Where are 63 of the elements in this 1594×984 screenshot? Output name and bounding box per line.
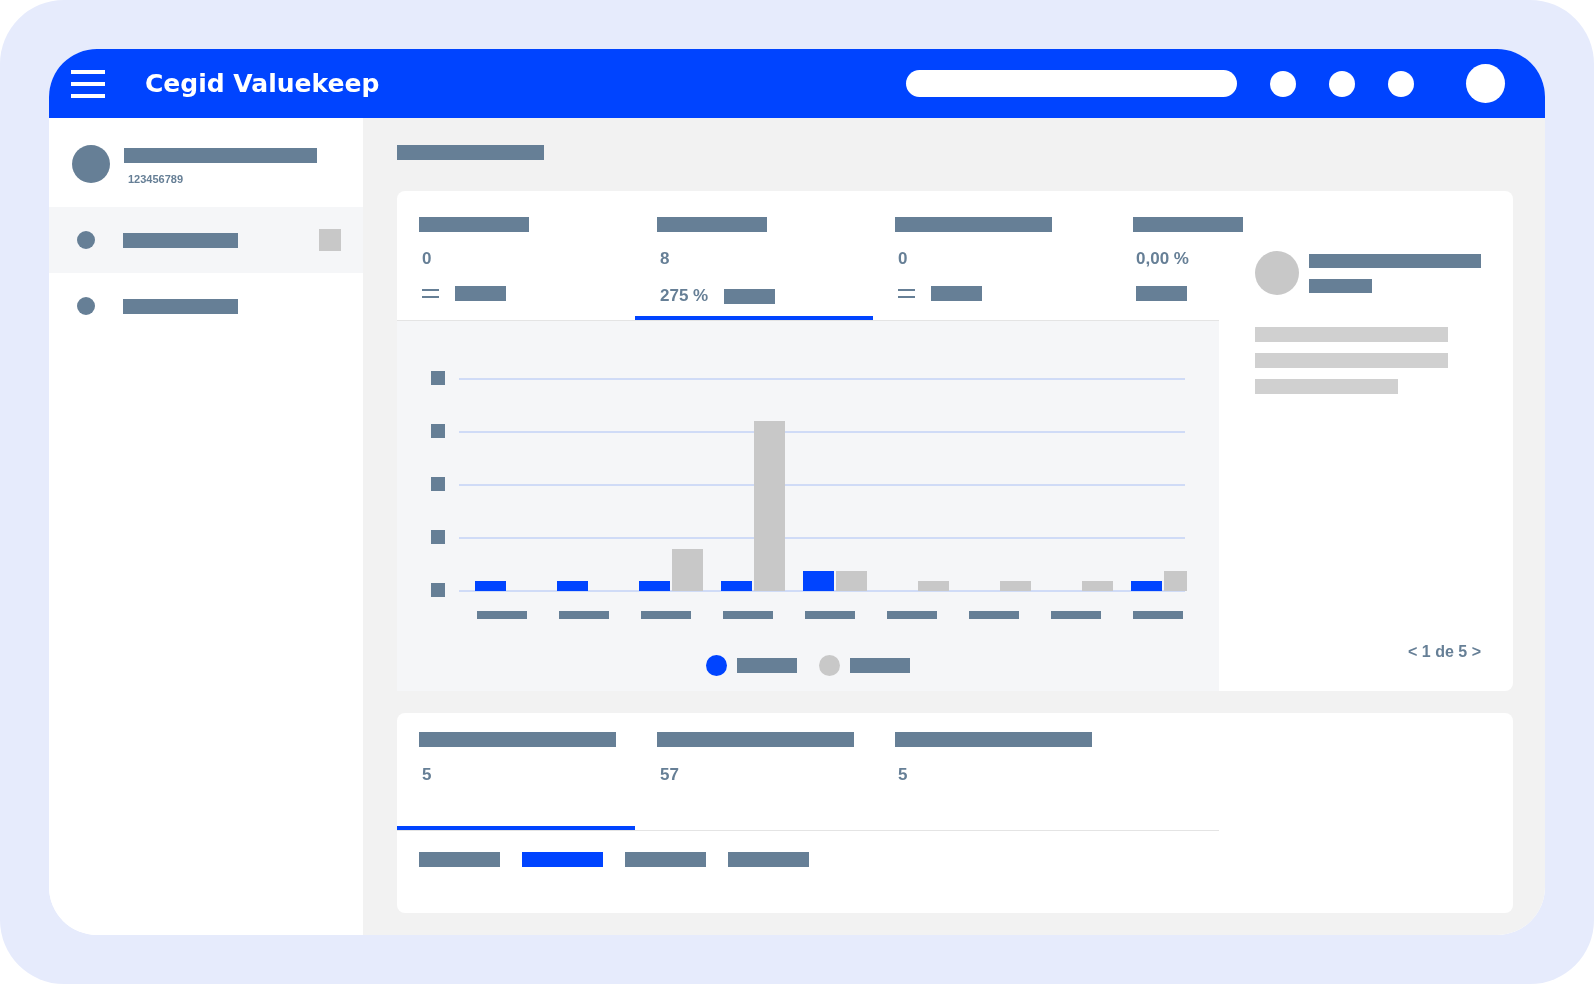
placeholder-bar xyxy=(737,658,797,673)
chart-bar xyxy=(918,581,949,591)
placeholder-bar xyxy=(850,658,910,673)
chart-bar xyxy=(721,581,752,591)
kpi-tab[interactable]: 0,00 % xyxy=(1111,191,1251,320)
circle-icon[interactable] xyxy=(1270,70,1296,97)
sidebar-item[interactable] xyxy=(49,207,363,273)
chart-bar xyxy=(1082,581,1113,591)
axis-tick-marker xyxy=(431,530,445,544)
equal-icon xyxy=(422,289,439,298)
app-title: Cegid Valuekeep xyxy=(145,69,380,98)
axis-label-bar xyxy=(1133,611,1183,619)
pagination[interactable]: < 1 de 5 > xyxy=(1408,643,1481,661)
axis-label-bar xyxy=(559,611,609,619)
axis-label-bar xyxy=(805,611,855,619)
axis-label-bar xyxy=(887,611,937,619)
axis-tick-marker xyxy=(431,371,445,385)
chart-bar xyxy=(672,549,703,591)
legend-dot xyxy=(819,655,840,676)
kpi-value: 0 xyxy=(422,249,433,269)
summary-tab[interactable]: 5 xyxy=(873,713,1111,830)
placeholder-bar xyxy=(931,286,982,301)
chart-bar xyxy=(1164,571,1187,591)
axis-label-bar xyxy=(1051,611,1101,619)
placeholder-bar xyxy=(455,286,506,301)
search-field[interactable] xyxy=(906,70,1237,97)
chart-bar xyxy=(475,581,506,591)
placeholder-bar xyxy=(724,288,776,304)
axis-label-bar xyxy=(969,611,1019,619)
chart-bar xyxy=(1000,581,1031,591)
kpi-change: 275 % xyxy=(660,286,709,306)
avatar-icon xyxy=(72,144,110,183)
avatar-icon[interactable] xyxy=(1466,64,1505,103)
kpi-value: 0,00 % xyxy=(1136,249,1190,269)
axis-label-bar xyxy=(641,611,691,619)
axis-tick-marker xyxy=(431,477,445,491)
kpi-value: 8 xyxy=(660,249,671,269)
summary-value: 5 xyxy=(898,765,909,785)
chart-bar xyxy=(557,581,588,591)
kpi-value: 0 xyxy=(898,249,909,269)
avatar-icon xyxy=(1255,251,1299,295)
chart-bar xyxy=(1131,581,1162,591)
legend-dot xyxy=(706,655,727,676)
menu-icon[interactable] xyxy=(71,68,105,99)
placeholder-bar xyxy=(1136,286,1187,301)
axis-label-bar xyxy=(723,611,773,619)
kpi-tab[interactable]: 0 xyxy=(873,191,1111,320)
placeholder-bar xyxy=(1309,278,1372,293)
chart-bar xyxy=(836,571,867,591)
chart-bar xyxy=(639,581,670,591)
account-number: 123456789 xyxy=(128,173,185,185)
equal-icon xyxy=(898,289,915,298)
axis-tick-marker xyxy=(431,583,445,597)
chart-bar xyxy=(803,571,834,591)
summary-tab[interactable]: 5 xyxy=(397,713,635,830)
summary-tab[interactable]: 57 xyxy=(635,713,873,830)
circle-icon[interactable] xyxy=(1388,70,1414,97)
kpi-tab[interactable]: 0 xyxy=(397,191,635,320)
axis-label-bar xyxy=(477,611,527,619)
axis-tick-marker xyxy=(431,424,445,438)
summary-value: 5 xyxy=(422,765,433,785)
summary-value: 57 xyxy=(660,765,680,785)
circle-icon[interactable] xyxy=(1329,70,1355,97)
